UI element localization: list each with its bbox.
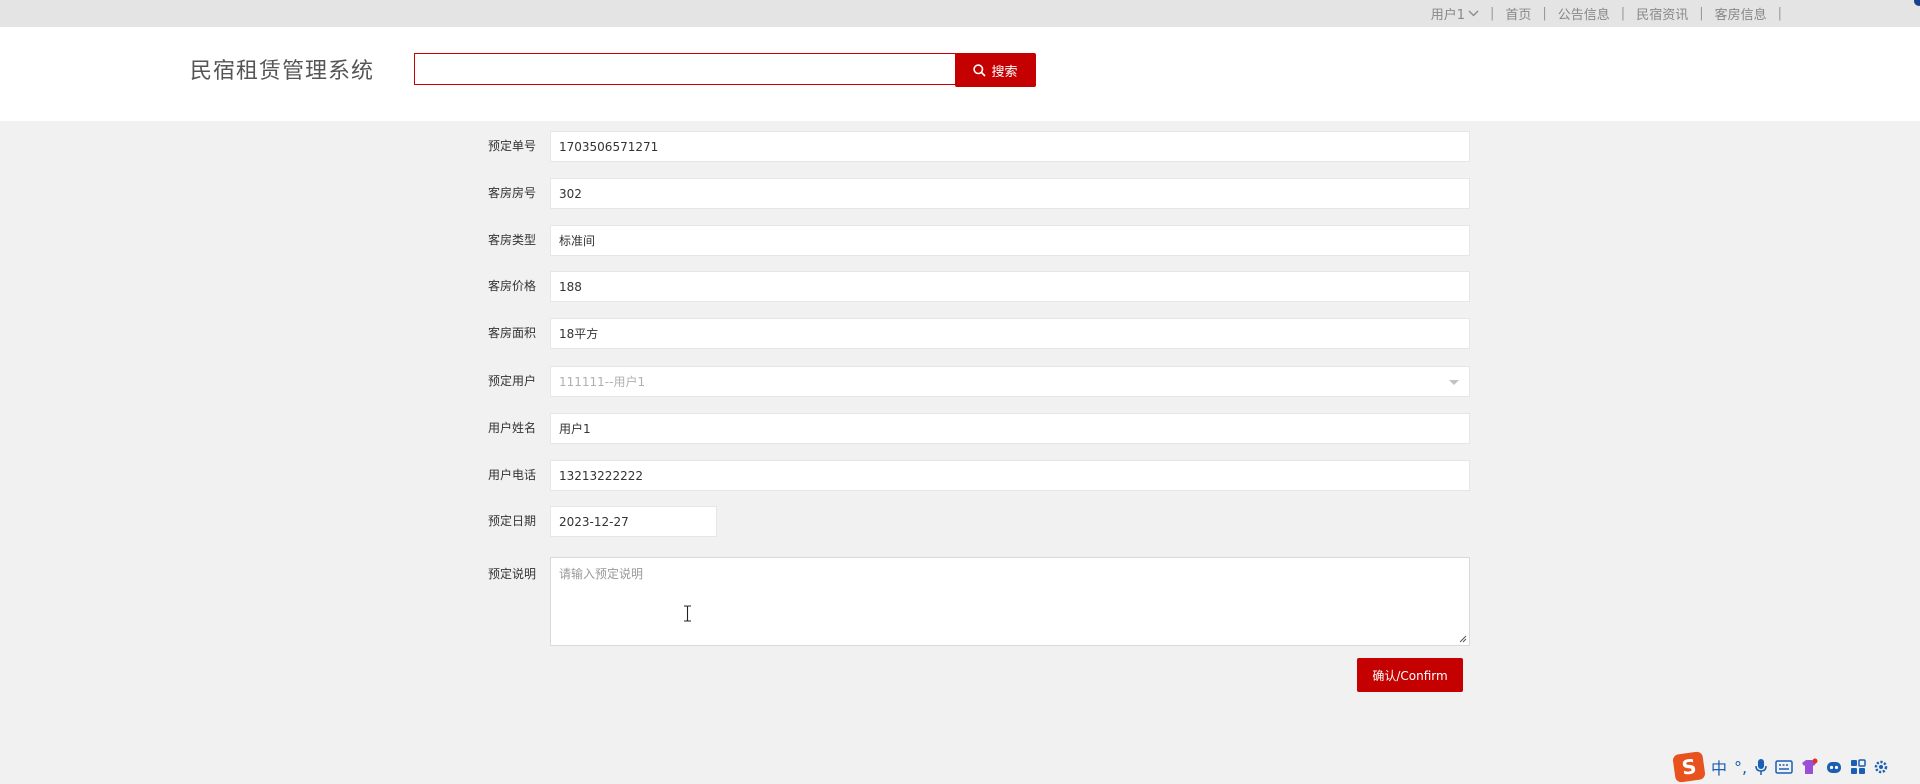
resize-grip-icon[interactable] (1459, 635, 1467, 643)
header: 民宿租赁管理系统 搜索 (0, 27, 1920, 121)
ime-logo[interactable]: S (1672, 751, 1706, 783)
order-no-field[interactable]: 1703506571271 (550, 131, 1470, 162)
field-label-remark: 预定说明 (487, 567, 536, 581)
nav-separator: | (1542, 6, 1547, 21)
booking-user-select[interactable]: 111111--用户1 (550, 366, 1470, 397)
room-no-field[interactable]: 302 (550, 178, 1470, 209)
field-label-user-phone: 用户电话 (487, 468, 536, 482)
search-button[interactable]: 搜索 (955, 53, 1036, 87)
top-nav: 用户1 | 首页 | 公告信息 | 民宿资讯 | 客房信息 | (1431, 4, 1793, 23)
apps-icon[interactable] (1850, 759, 1866, 775)
robot-icon[interactable] (1825, 759, 1843, 775)
field-label-room-no: 客房房号 (487, 186, 536, 200)
ime-punctuation-toggle[interactable]: °, (1734, 758, 1747, 777)
room-price-field[interactable]: 188 (550, 271, 1470, 302)
field-label-room-price: 客房价格 (487, 279, 536, 293)
skin-icon[interactable] (1800, 758, 1818, 776)
user-name: 用户1 (1430, 8, 1465, 23)
booking-date-field[interactable]: 2023-12-27 (550, 506, 717, 537)
user-phone-field[interactable]: 13213222222 (550, 460, 1470, 491)
nav-separator: | (1699, 6, 1704, 21)
site-title: 民宿租赁管理系统 (190, 59, 375, 84)
nav-link-notice[interactable]: 公告信息 (1558, 4, 1610, 23)
room-area-field[interactable]: 18平方 (550, 318, 1470, 349)
field-value: 188 (559, 279, 582, 294)
field-label-room-type: 客房类型 (487, 233, 536, 247)
field-label-room-area: 客房面积 (487, 326, 536, 340)
field-label-booking-user: 预定用户 (487, 374, 536, 388)
remark-textarea[interactable]: 请输入预定说明 (550, 557, 1470, 646)
user-dropdown[interactable]: 用户1 (1431, 4, 1479, 23)
chevron-down-icon (1468, 10, 1479, 17)
nav-link-news[interactable]: 民宿资讯 (1636, 4, 1688, 23)
nav-link-rooms[interactable]: 客房信息 (1715, 4, 1767, 23)
field-label-user-name: 用户姓名 (487, 421, 536, 435)
field-label-booking-date: 预定日期 (487, 514, 536, 528)
nav-separator: | (1777, 6, 1782, 21)
settings-icon[interactable] (1873, 759, 1889, 775)
user-name-field[interactable]: 用户1 (550, 413, 1470, 444)
nav-separator: | (1620, 6, 1626, 21)
confirm-button[interactable]: 确认/Confirm (1357, 658, 1463, 692)
nav-separator: | (1489, 6, 1495, 21)
caret-down-icon (1449, 380, 1459, 385)
top-bar: 用户1 | 首页 | 公告信息 | 民宿资讯 | 客房信息 | (0, 0, 1920, 27)
ime-mode-toggle[interactable]: 中 (1711, 755, 1727, 779)
field-value: 用户1 (559, 422, 591, 436)
field-value: 1703506571271 (559, 139, 659, 154)
field-value: 302 (559, 186, 582, 201)
search-icon (973, 63, 987, 77)
field-value: 111111--用户1 (559, 375, 646, 389)
field-value: 2023-12-27 (559, 514, 629, 529)
field-value: 标准间 (559, 234, 596, 248)
nav-link-home[interactable]: 首页 (1505, 4, 1531, 23)
search-input[interactable] (414, 53, 956, 85)
keyboard-icon[interactable] (1775, 760, 1793, 774)
room-type-field[interactable]: 标准间 (550, 225, 1470, 256)
field-value: 18平方 (559, 327, 599, 341)
text-cursor-icon (684, 605, 691, 622)
microphone-icon[interactable] (1754, 758, 1768, 776)
ime-toolbar: S 中 °, (1672, 750, 1920, 784)
search-button-label: 搜索 (991, 63, 1018, 79)
field-label-order-no: 预定单号 (487, 139, 536, 153)
remark-placeholder: 请输入预定说明 (559, 567, 644, 581)
field-value: 13213222222 (559, 468, 643, 483)
